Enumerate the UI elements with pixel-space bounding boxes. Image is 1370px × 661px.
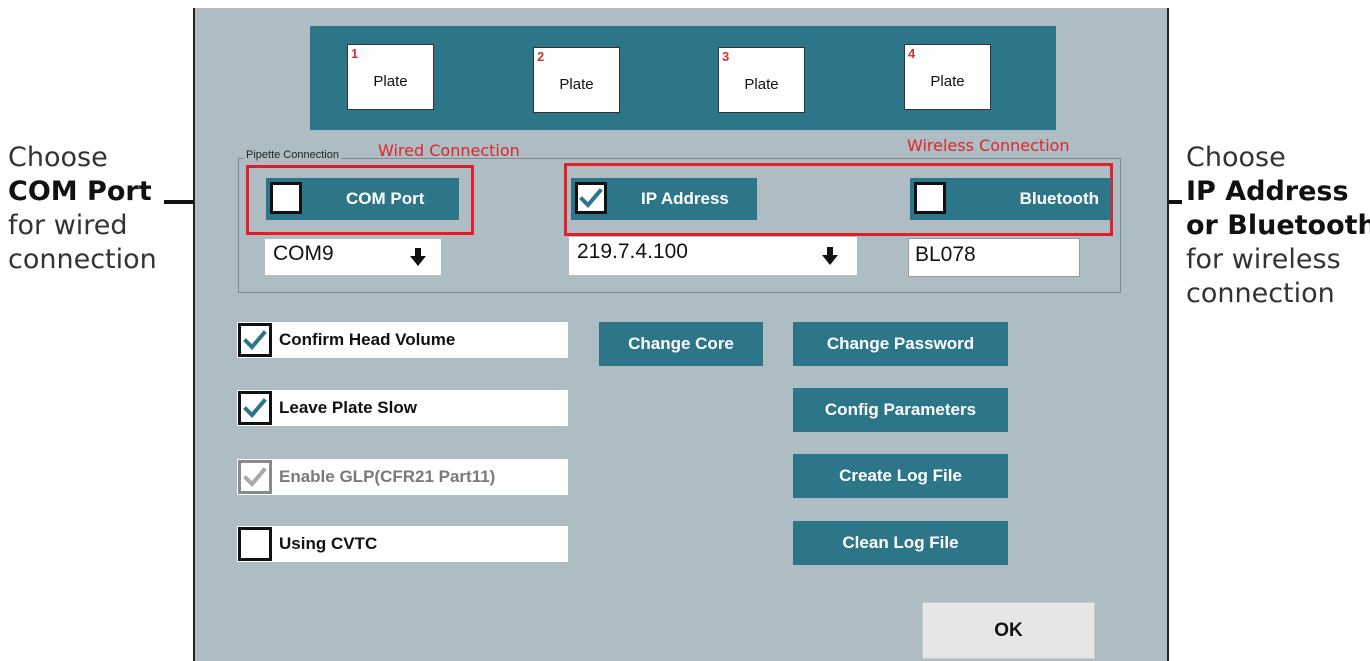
plate-label: Plate [744, 76, 779, 93]
annotation-text: connection [8, 244, 157, 275]
annotation-text: for wired [8, 210, 128, 241]
arrow-down-icon[interactable] [403, 239, 433, 275]
com-port-label: COM Port [346, 189, 425, 208]
confirm-head-volume-checkbox[interactable] [238, 323, 272, 357]
enable-glp-checkbox [238, 460, 272, 494]
com-port-checkbox[interactable] [270, 182, 302, 214]
annotation-text: connection [1186, 278, 1335, 309]
com-port-option[interactable]: COM Port [266, 178, 459, 220]
plate-2[interactable]: 2 Plate [533, 47, 620, 113]
using-cvtc-checkbox[interactable] [238, 527, 272, 561]
check-icon [243, 467, 267, 487]
annotation-text: COM Port [8, 176, 152, 207]
leave-plate-slow-checkbox[interactable] [238, 391, 272, 425]
ok-button[interactable]: OK [922, 602, 1095, 659]
config-parameters-button[interactable]: Config Parameters [793, 388, 1008, 432]
settings-dialog: 1 Plate 2 Plate 3 Plate 4 Plate Pipette … [193, 8, 1169, 661]
plate-number: 3 [722, 49, 730, 64]
ip-address-label: IP Address [641, 189, 729, 208]
plate-number: 4 [908, 46, 916, 61]
wireless-connection-label: Wireless Connection [907, 136, 1070, 155]
change-core-button[interactable]: Change Core [599, 322, 763, 366]
group-label: Pipette Connection [244, 149, 341, 161]
annotation-text: Choose [1186, 142, 1286, 173]
plate-panel: 1 Plate 2 Plate 3 Plate 4 Plate [310, 26, 1056, 130]
check-icon [243, 330, 267, 350]
leave-plate-slow-option[interactable]: Leave Plate Slow [237, 390, 568, 426]
annotation-text: for wireless [1186, 244, 1341, 275]
wired-connection-label: Wired Connection [378, 141, 520, 160]
ip-address-checkbox[interactable] [575, 182, 607, 214]
ip-address-value: 219.7.4.100 [577, 240, 688, 263]
plate-number: 1 [351, 46, 359, 61]
annotation-text: Choose [8, 142, 108, 173]
plate-label: Plate [373, 73, 408, 90]
annotation-wireless: Choose IP Address or Bluetooth for wirel… [1186, 141, 1370, 311]
confirm-head-volume-option[interactable]: Confirm Head Volume [237, 322, 568, 358]
using-cvtc-option[interactable]: Using CVTC [237, 526, 568, 562]
arrow-down-icon[interactable] [815, 237, 845, 275]
annotation-wired: Choose COM Port for wired connection [8, 141, 157, 277]
bluetooth-checkbox[interactable] [914, 182, 946, 214]
create-log-file-button[interactable]: Create Log File [793, 454, 1008, 498]
change-password-button[interactable]: Change Password [793, 322, 1008, 366]
using-cvtc-label: Using CVTC [279, 534, 378, 553]
plate-label: Plate [559, 76, 594, 93]
confirm-head-volume-label: Confirm Head Volume [279, 330, 456, 349]
clean-log-file-button[interactable]: Clean Log File [793, 521, 1008, 565]
com-port-value: COM9 [273, 242, 334, 265]
ip-address-select[interactable]: 219.7.4.100 [569, 237, 857, 275]
bluetooth-value: BL078 [915, 243, 976, 266]
bluetooth-option[interactable]: Bluetooth [910, 178, 1111, 220]
bluetooth-label: Bluetooth [1019, 189, 1099, 208]
plate-4[interactable]: 4 Plate [904, 44, 991, 110]
bluetooth-id-input[interactable]: BL078 [908, 238, 1080, 277]
com-port-select[interactable]: COM9 [265, 239, 441, 275]
plate-label: Plate [930, 73, 965, 90]
check-icon [579, 188, 603, 208]
enable-glp-option: Enable GLP(CFR21 Part11) [237, 459, 568, 495]
annotation-text: IP Address [1186, 176, 1349, 207]
ip-address-option[interactable]: IP Address [571, 178, 757, 220]
check-icon [243, 398, 267, 418]
enable-glp-label: Enable GLP(CFR21 Part11) [279, 467, 496, 486]
leave-plate-slow-label: Leave Plate Slow [279, 398, 417, 417]
plate-number: 2 [537, 49, 545, 64]
plate-3[interactable]: 3 Plate [718, 47, 805, 113]
annotation-text: or Bluetooth [1186, 210, 1370, 241]
plate-1[interactable]: 1 Plate [347, 44, 434, 110]
